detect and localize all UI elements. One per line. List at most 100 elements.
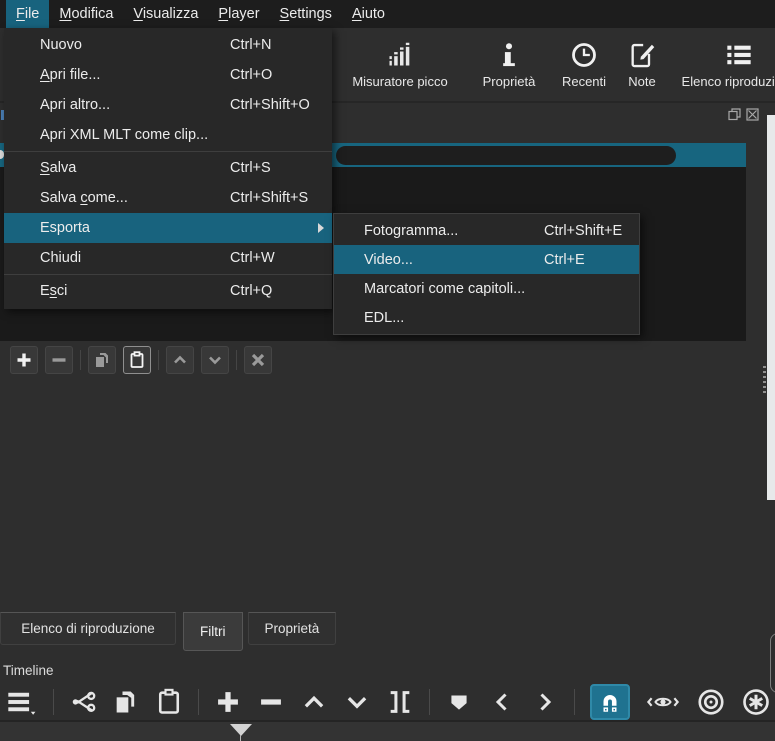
toolbar-button-properties[interactable]: Proprietà [469,28,549,101]
split-button[interactable] [386,688,414,716]
deselect-icon [249,351,267,369]
append-button[interactable] [214,688,242,716]
next-marker-button[interactable] [531,688,559,716]
tab-label: Elenco di riproduzione [21,621,155,636]
timeline-toolbar [0,683,775,720]
toolbar-button-notes[interactable]: Note [619,28,665,101]
menu-settings[interactable]: Settings [270,0,342,28]
shortcut: Ctrl+S [230,160,271,176]
menu-view[interactable]: Visualizza [123,0,208,28]
tab-label: Proprietà [264,621,320,636]
chevron-up-icon [171,351,189,369]
lift-button[interactable] [300,688,328,716]
submenu-item-edl[interactable]: EDL... [334,303,639,332]
tab-properties[interactable]: Proprietà [247,612,337,645]
deselect-filter-button[interactable] [244,346,272,374]
timeline-menu-icon [6,688,36,716]
menu-item-open-other[interactable]: Apri altro... Ctrl+Shift+O [4,90,332,120]
toolbar-button-peak-meter[interactable]: Misuratore picco [335,28,465,101]
shortcut: Ctrl+Q [230,283,273,299]
tab-playlist[interactable]: Elenco di riproduzione [0,612,176,645]
float-panel-button[interactable] [727,107,741,121]
toolbar-label: Note [628,73,656,89]
export-submenu: Fotogramma... Ctrl+Shift+E Video... Ctrl… [333,213,640,335]
menu-item-open-mlt-clip[interactable]: Apri XML MLT come clip... [4,120,332,150]
peak-meter-icon [386,41,414,69]
plus-icon [15,351,33,369]
shortcut: Ctrl+N [230,37,272,53]
playhead-stem [240,735,241,741]
toolbar-button-playlist[interactable]: Elenco riproduzione [669,28,775,101]
redacted-filter-name [336,145,676,165]
remove-filter-button[interactable] [45,346,73,374]
timeline-panel-title: Timeline [3,663,54,678]
magnet-icon [597,689,623,715]
menu-item-close[interactable]: Chiudi Ctrl+W [4,243,332,273]
toolbar-separator [236,350,237,370]
timeline-ruler[interactable] [0,720,775,741]
playlist-icon [725,41,753,69]
move-filter-down-button[interactable] [201,346,229,374]
paste-button[interactable] [155,688,183,716]
copy-icon [93,351,111,369]
toolbar-label: Recenti [561,73,607,89]
timeline-menu-button[interactable] [4,688,38,716]
cut-button[interactable] [69,688,97,716]
ripple-delete-button[interactable] [257,688,285,716]
paste-filters-button[interactable] [123,346,151,374]
close-icon [745,107,759,121]
toolbar-button-recent[interactable]: Recenti [553,28,615,101]
menu-help[interactable]: Aiuto [342,0,395,28]
filters-toolbar [10,346,272,374]
copy-button[interactable] [112,688,140,716]
submenu-item-frame[interactable]: Fotogramma... Ctrl+Shift+E [334,216,639,245]
overwrite-button[interactable] [343,688,371,716]
scrub-eye-icon [645,689,681,715]
ripple-delete-icon [257,688,285,716]
menu-separator [4,274,332,275]
ripple-button[interactable] [696,688,726,716]
scrub-while-dragging-button[interactable] [645,688,681,716]
menu-item-quit[interactable]: Esci Ctrl+Q [4,276,332,306]
menu-item-new[interactable]: Nuovo Ctrl+N [4,30,332,60]
filters-panel-header [727,107,759,121]
add-filter-button[interactable] [10,346,38,374]
paste-icon [128,351,146,369]
playhead-icon[interactable] [230,724,252,736]
menu-item-save[interactable]: Salva Ctrl+S [4,153,332,183]
copy-icon [112,688,140,716]
toolbar-separator [80,350,81,370]
chevron-down-icon [344,689,370,715]
toolbar-separator [53,688,54,715]
close-panel-button[interactable] [745,107,759,121]
toolbar-separator [574,688,575,715]
copy-filters-button[interactable] [88,346,116,374]
menu-item-save-as[interactable]: Salva come... Ctrl+Shift+S [4,183,332,213]
chevron-down-icon [206,351,224,369]
submenu-item-video[interactable]: Video... Ctrl+E [334,245,639,274]
marker-button[interactable] [445,688,473,716]
splitter-grip[interactable] [763,366,766,396]
note-icon [628,41,656,69]
chevron-up-icon [301,689,327,715]
ripple-all-tracks-button[interactable] [741,688,771,716]
menu-item-open-file[interactable]: Apri file... Ctrl+O [4,60,332,90]
prev-marker-button[interactable] [488,688,516,716]
submenu-arrow-icon [318,223,324,233]
submenu-item-markers-as-chapters[interactable]: Marcatori come capitoli... [334,274,639,303]
tab-filters[interactable]: Filtri [183,612,243,651]
menu-edit[interactable]: Modifica [49,0,123,28]
ripple-icon [696,687,726,717]
toolbar-label: Elenco riproduzione [681,73,775,89]
marker-icon [446,689,472,715]
move-filter-up-button[interactable] [166,346,194,374]
shortcut: Ctrl+E [544,251,585,268]
menu-player[interactable]: Player [208,0,269,28]
snap-toggle-button[interactable] [590,683,630,720]
menu-bar: File Modifica Visualizza Player Settings… [0,0,775,28]
toolbar-label: Proprietà [482,73,536,89]
menu-file[interactable]: File [6,0,50,28]
bottom-tab-bar: Elenco di riproduzione Filtri Proprietà [0,612,420,651]
info-icon [495,41,523,69]
menu-item-export[interactable]: Esporta [4,213,332,243]
